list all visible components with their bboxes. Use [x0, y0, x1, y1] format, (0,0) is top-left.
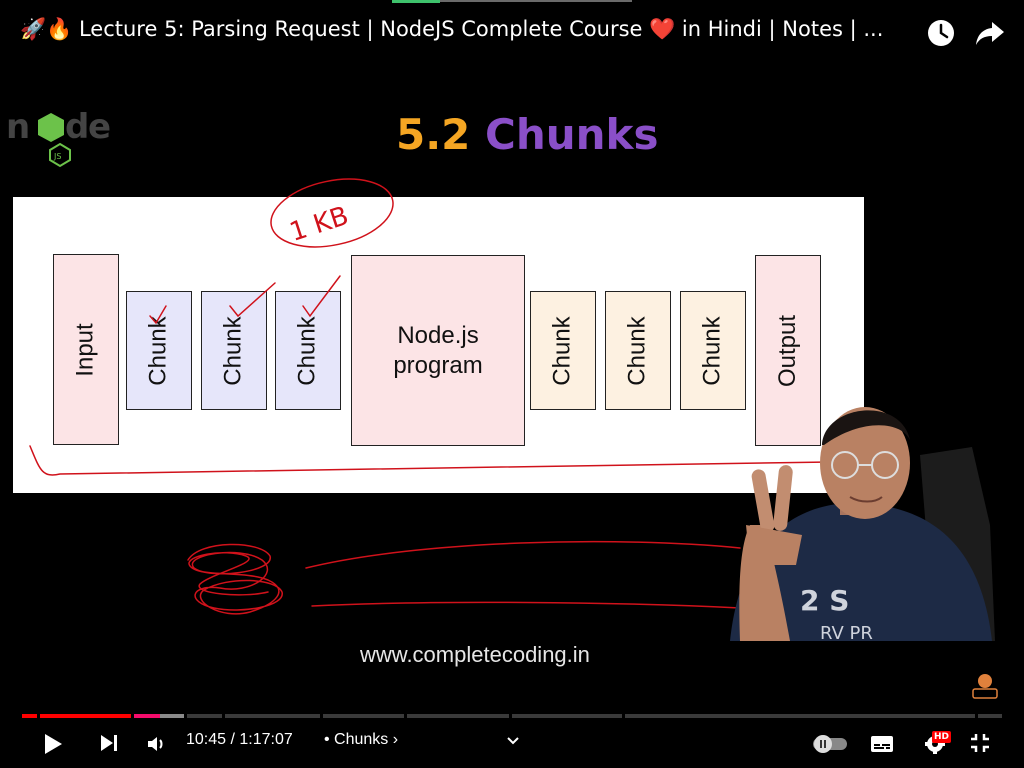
- duration: 1:17:07: [239, 731, 293, 748]
- chapter-marker: [131, 714, 134, 718]
- play-icon: [45, 734, 62, 754]
- chapter-marker: [320, 714, 323, 718]
- chapter-marker: [222, 714, 225, 718]
- subtitles-icon: [871, 736, 893, 752]
- progress-heat: [134, 714, 160, 718]
- hd-badge: HD: [932, 731, 952, 743]
- checkmark: [302, 275, 341, 318]
- annotation-1kb: 1 KB: [286, 201, 352, 248]
- chapter-marker: [509, 714, 512, 718]
- chapter-marker: [37, 714, 40, 718]
- ink-line: [305, 540, 741, 569]
- chevron-down-icon: [507, 737, 519, 745]
- play-button[interactable]: [36, 728, 68, 760]
- settings-button[interactable]: HD: [918, 728, 952, 758]
- exit-fullscreen-icon: [971, 734, 989, 752]
- scribble: [187, 543, 283, 615]
- site-url: www.completecoding.in: [360, 642, 590, 667]
- channel-watermark[interactable]: [968, 672, 1002, 702]
- autoplay-toggle[interactable]: [810, 732, 850, 756]
- volume-button[interactable]: [142, 730, 170, 758]
- svg-text:RV PR: RV PR: [820, 623, 873, 641]
- expand-description-button[interactable]: [502, 730, 524, 752]
- presenter-video: 2 S RV PR: [710, 385, 1002, 644]
- chapter-button[interactable]: • Chunks ›: [324, 731, 398, 749]
- checkmark: [149, 305, 167, 325]
- chapter-marker: [975, 714, 978, 718]
- checkmark: [229, 282, 276, 318]
- chapter-marker: [404, 714, 407, 718]
- volume-icon: [148, 737, 163, 751]
- time-display: 10:45 / 1:17:07: [186, 731, 293, 748]
- next-button[interactable]: [94, 728, 124, 758]
- current-time: 10:45: [186, 731, 227, 748]
- ink-line: [311, 601, 741, 609]
- subtitles-button[interactable]: [868, 731, 896, 757]
- autoplay-toggle-icon: [813, 735, 847, 753]
- next-icon: [101, 735, 117, 751]
- chapter-marker: [622, 714, 625, 718]
- exit-fullscreen-button[interactable]: [966, 730, 994, 756]
- svg-text:2 S: 2 S: [800, 584, 849, 617]
- chapter-marker: [184, 714, 187, 718]
